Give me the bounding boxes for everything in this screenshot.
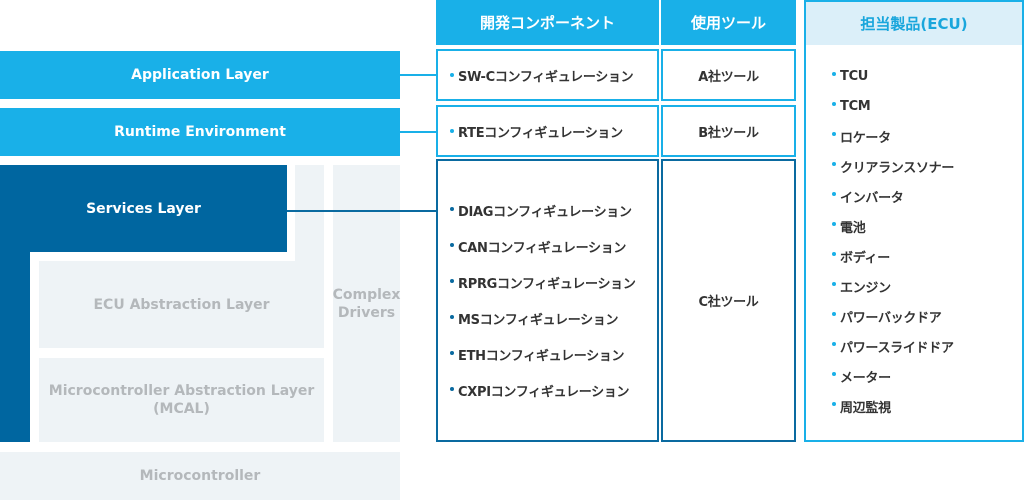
bullet-icon — [832, 282, 836, 286]
product-item: ボディー — [832, 241, 1022, 271]
microcontroller-layer: Microcontroller — [0, 452, 400, 500]
bullet-icon — [832, 102, 836, 106]
ecu-abstraction-layer: ECU Abstraction Layer — [39, 261, 324, 348]
bullet-icon — [832, 402, 836, 406]
header-product-label: 担当製品(ECU) — [860, 15, 968, 33]
component-item: CANコンフィギュレーション — [450, 229, 626, 265]
component-item: MSコンフィギュレーション — [450, 301, 619, 337]
header-component: 開発コンポーネント — [436, 0, 659, 45]
product-item: 周辺監視 — [832, 391, 1022, 421]
bullet-icon — [450, 350, 454, 355]
product-list: TCU TCM ロケータ クリアランスソナー インバータ 電池 ボディー エンジ… — [832, 61, 1022, 421]
runtime-environment-label: Runtime Environment — [114, 124, 286, 140]
product-item: TCU — [832, 61, 1022, 91]
bullet-icon — [450, 129, 454, 133]
complex-drivers-layer: Complex Drivers — [333, 165, 400, 442]
services-side-strip — [295, 165, 324, 261]
header-tool-label: 使用ツール — [690, 14, 766, 32]
mcal-label-line2: (MCAL) — [153, 401, 210, 417]
microcontroller-label: Microcontroller — [139, 468, 261, 484]
header-component-label: 開発コンポーネント — [479, 14, 615, 32]
product-item: パワースライドドア — [832, 331, 1022, 361]
bullet-icon — [832, 312, 836, 316]
component-item: RPRGコンフィギュレーション — [450, 265, 636, 301]
bullet-icon — [832, 372, 836, 376]
complex-drivers-line2: Drivers — [337, 304, 396, 321]
table-row-2-component: RTEコンフィギュレーション — [436, 105, 659, 157]
services-layer-label: Services Layer — [86, 200, 201, 217]
application-layer-label: Application Layer — [131, 67, 269, 83]
bullet-icon — [450, 242, 454, 247]
bullet-icon — [832, 162, 836, 166]
component-item: SW-Cコンフィギュレーション — [450, 66, 634, 85]
component-item: DIAGコンフィギュレーション — [450, 193, 632, 229]
component-item: CXPIコンフィギュレーション — [450, 373, 630, 409]
bullet-icon — [832, 192, 836, 196]
tool-label: A社ツール — [698, 69, 759, 85]
header-product: 担当製品(ECU) — [804, 0, 1024, 45]
tool-label: C社ツール — [698, 295, 759, 310]
connector-runtime — [400, 131, 436, 133]
bullet-icon — [450, 314, 454, 319]
table-row-1-tool: A社ツール — [661, 49, 796, 101]
bullet-icon — [832, 252, 836, 256]
product-item: TCM — [832, 91, 1022, 121]
bullet-icon — [450, 206, 454, 211]
mcal-label-line1: Microcontroller Abstraction Layer — [48, 383, 315, 399]
table-row-3-tool: C社ツール — [661, 159, 796, 442]
product-item: ロケータ — [832, 121, 1022, 151]
bullet-icon — [450, 278, 454, 283]
product-item: クリアランスソナー — [832, 151, 1022, 181]
bullet-icon — [450, 386, 454, 391]
connector-application — [400, 74, 436, 76]
component-item: ETHコンフィギュレーション — [450, 337, 625, 373]
product-item: インバータ — [832, 181, 1022, 211]
product-item: エンジン — [832, 271, 1022, 301]
complex-drivers-line1: Complex — [332, 286, 401, 303]
application-layer: Application Layer — [0, 51, 400, 99]
ecu-abstraction-label: ECU Abstraction Layer — [93, 296, 270, 313]
product-item: パワーバックドア — [832, 301, 1022, 331]
table-row-2-tool: B社ツール — [661, 105, 796, 157]
bullet-icon — [832, 72, 836, 76]
bullet-icon — [450, 73, 454, 77]
product-item: メーター — [832, 361, 1022, 391]
header-tool: 使用ツール — [661, 0, 796, 45]
product-item: 電池 — [832, 211, 1022, 241]
connector-services — [287, 210, 436, 212]
table-row-1-component: SW-Cコンフィギュレーション — [436, 49, 659, 101]
product-list-panel: TCU TCM ロケータ クリアランスソナー インバータ 電池 ボディー エンジ… — [804, 45, 1024, 442]
bullet-icon — [832, 222, 836, 226]
services-layer: Services Layer — [0, 165, 287, 252]
mcal-layer: Microcontroller Abstraction Layer (MCAL) — [39, 358, 324, 442]
bullet-icon — [832, 132, 836, 136]
services-layer-vertical — [0, 252, 30, 442]
runtime-environment-layer: Runtime Environment — [0, 108, 400, 156]
bullet-icon — [832, 342, 836, 346]
table-row-3-component: DIAGコンフィギュレーション CANコンフィギュレーション RPRGコンフィギ… — [436, 159, 659, 442]
tool-label: B社ツール — [698, 125, 759, 141]
component-item: RTEコンフィギュレーション — [450, 122, 623, 141]
